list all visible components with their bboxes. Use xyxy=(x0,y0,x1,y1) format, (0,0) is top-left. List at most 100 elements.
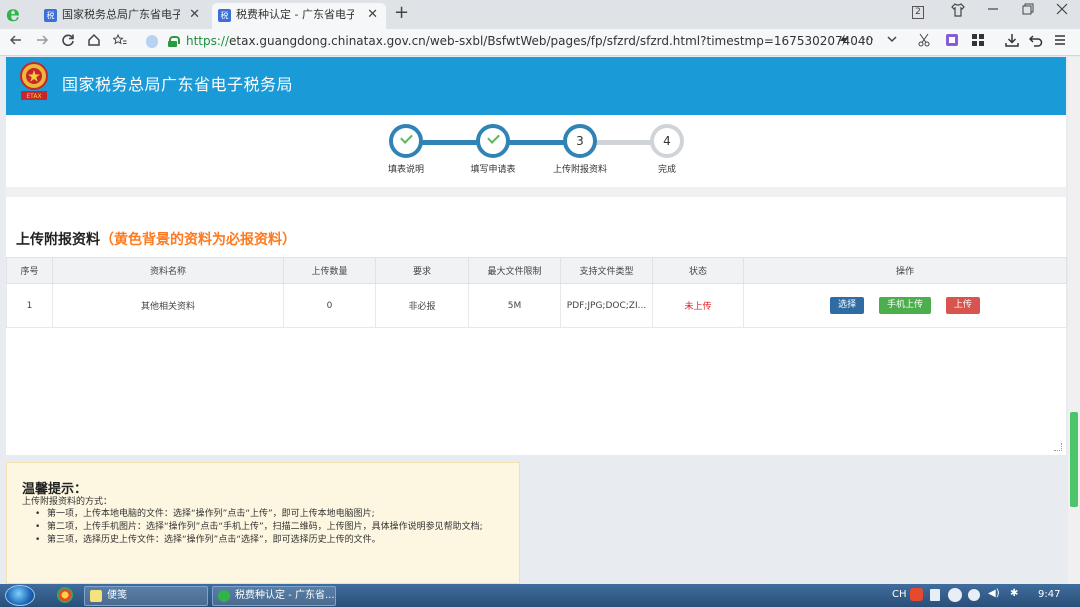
ime-indicator[interactable]: CH xyxy=(892,589,907,600)
heading-text: 上传附报资料 xyxy=(16,232,100,248)
translate-icon[interactable] xyxy=(942,33,962,51)
col-header-name: 资料名称 xyxy=(52,257,284,284)
mobile-upload-button[interactable]: 手机上传 xyxy=(878,297,931,314)
emblem-text: ETAX xyxy=(26,93,41,100)
table-header-row: 序号 资料名称 上传数量 要求 最大文件限制 支持文件类型 状态 操作 xyxy=(6,257,1067,284)
browser-tab-strip: e 税 国家税务总局广东省电子税务局 ✕ 税 税费种认定 - 广东省电子税务局 … xyxy=(0,0,1080,29)
step-1-circle xyxy=(389,124,423,158)
step-3-circle: 3 xyxy=(563,124,597,158)
address-toolbar: https://etax.guangdong.chinatax.gov.cn/w… xyxy=(0,29,1080,56)
browser-icon xyxy=(218,590,230,602)
url-path: etax.guangdong.chinatax.gov.cn/web-sxbl/… xyxy=(229,34,874,48)
tab-close-icon[interactable]: ✕ xyxy=(367,3,378,27)
tab-title: 国家税务总局广东省电子税务局 xyxy=(62,8,180,21)
section-heading: 上传附报资料（黄色背景的资料为必报资料） xyxy=(16,229,296,249)
tip-item: 第二项，上传手机图片：选择“操作列”点击“手机上传”，扫描二维码，上传图片，具体… xyxy=(35,521,495,534)
col-header-count: 上传数量 xyxy=(283,257,376,284)
tips-box: 温馨提示： 上传附报资料的方式： 第一项，上传本地电脑的文件：选择“操作列”点击… xyxy=(6,462,520,584)
col-header-status: 状态 xyxy=(652,257,744,284)
tax-favicon-icon: 税 xyxy=(218,9,231,22)
table-row: 1 其他相关资料 0 非必报 5M PDF;JPG;DOC;ZI... 未上传 … xyxy=(6,283,1067,328)
taskbar-item-label: 便笺 xyxy=(107,590,127,601)
cell-actions: 选择 手机上传 上传 xyxy=(743,283,1067,328)
step-2-circle xyxy=(476,124,510,158)
step-connector xyxy=(507,140,567,145)
volume-icon[interactable]: ◀) xyxy=(988,588,1000,599)
step-connector xyxy=(420,140,480,145)
site-title: 国家税务总局广东省电子税务局 xyxy=(62,75,294,94)
apps-grid-icon[interactable] xyxy=(968,33,988,51)
scissors-icon[interactable] xyxy=(914,33,934,51)
download-icon[interactable] xyxy=(1002,33,1022,51)
refresh-icon[interactable] xyxy=(58,32,78,52)
chevron-down-icon[interactable] xyxy=(882,33,902,49)
back-icon[interactable] xyxy=(6,32,26,52)
screen: e 税 国家税务总局广东省电子税务局 ✕ 税 税费种认定 - 广东省电子税务局 … xyxy=(0,0,1080,607)
security-icon[interactable] xyxy=(968,589,980,601)
scrollbar-thumb[interactable] xyxy=(1070,412,1078,507)
taskbar-item-browser[interactable]: 税费种认定 - 广东省... xyxy=(212,586,336,606)
step-2-label: 填写申请表 xyxy=(470,165,516,175)
browser-logo-icon[interactable]: e xyxy=(6,3,28,25)
select-button[interactable]: 选择 xyxy=(830,297,865,314)
cell-status: 未上传 xyxy=(652,283,744,328)
clipboard-icon[interactable] xyxy=(930,589,940,601)
tab-etax-home[interactable]: 税 国家税务总局广东省电子税务局 ✕ xyxy=(38,3,208,29)
chrome-browser-icon[interactable] xyxy=(57,587,73,603)
restore-icon[interactable] xyxy=(1016,3,1040,19)
more-options-icon[interactable]: ··· xyxy=(858,33,878,48)
new-tab-icon[interactable]: + xyxy=(394,2,409,23)
tip-item: 第一项，上传本地电脑的文件：选择“操作列”点击“上传”，即可上传本地电脑图片; xyxy=(35,508,495,521)
step-4-circle: 4 xyxy=(650,124,684,158)
col-header-index: 序号 xyxy=(6,257,53,284)
step-1-label: 填表说明 xyxy=(387,165,424,175)
url-field[interactable]: https://etax.guangdong.chinatax.gov.cn/w… xyxy=(186,34,873,48)
menu-icon[interactable] xyxy=(1050,33,1070,51)
tab-tax-type-confirmation[interactable]: 税 税费种认定 - 广东省电子税务局 ✕ xyxy=(212,3,386,29)
required-note: （黄色背景的资料为必报资料） xyxy=(100,232,296,248)
network-globe-icon[interactable] xyxy=(948,588,962,602)
sogou-input-icon[interactable] xyxy=(910,588,923,601)
security-shield-icon[interactable] xyxy=(146,35,158,48)
undo-icon[interactable] xyxy=(1026,33,1046,51)
cell-file-types: PDF;JPG;DOC;ZI... xyxy=(560,283,653,328)
attachments-table: 序号 资料名称 上传数量 要求 最大文件限制 支持文件类型 状态 操作 1 其他… xyxy=(6,257,1067,328)
upload-button[interactable]: 上传 xyxy=(945,297,980,314)
tab-close-icon[interactable]: ✕ xyxy=(189,3,200,27)
cell-index: 1 xyxy=(6,283,53,328)
shirt-skin-icon[interactable] xyxy=(946,3,970,21)
tips-list: 第一项，上传本地电脑的文件：选择“操作列”点击“上传”，即可上传本地电脑图片; … xyxy=(35,508,495,547)
taskbar-item-label: 税费种认定 - 广东省... xyxy=(235,590,335,601)
forward-icon[interactable] xyxy=(32,32,52,52)
col-header-requirement: 要求 xyxy=(375,257,469,284)
cell-count: 0 xyxy=(283,283,376,328)
clock[interactable]: 9:47 xyxy=(1038,589,1060,600)
start-menu-icon[interactable] xyxy=(5,585,35,606)
lightning-icon[interactable] xyxy=(834,33,854,51)
bluetooth-icon[interactable]: ✱ xyxy=(1010,588,1018,599)
tip-item: 第三项，选择历史上传文件：选择“操作列”点击“选择”，即可选择历史上传的文件。 xyxy=(35,534,495,547)
tab-title: 税费种认定 - 广东省电子税务局 xyxy=(236,8,354,21)
section-divider xyxy=(6,187,1066,197)
resize-handle-icon[interactable] xyxy=(1054,443,1062,451)
taskbar-item-notes[interactable]: 便笺 xyxy=(84,586,208,606)
minimize-icon[interactable] xyxy=(981,3,1005,19)
tax-favicon-icon: 税 xyxy=(44,9,57,22)
progress-steps: 填表说明 填写申请表 3 上传附报资料 4 完成 xyxy=(6,115,1066,187)
checkmark-icon xyxy=(487,131,500,144)
home-icon[interactable] xyxy=(84,32,104,52)
https-lock-icon xyxy=(168,36,180,47)
col-header-file-types: 支持文件类型 xyxy=(560,257,653,284)
checkmark-icon xyxy=(400,131,413,144)
col-header-max-size: 最大文件限制 xyxy=(468,257,561,284)
favorites-star-icon[interactable] xyxy=(110,32,130,52)
site-header: ETAX 国家税务总局广东省电子税务局 xyxy=(6,57,1066,115)
window-count-badge[interactable]: 2 xyxy=(912,6,924,19)
page-scrollbar[interactable] xyxy=(1068,57,1080,584)
tips-intro: 上传附报资料的方式： xyxy=(22,497,113,507)
upload-panel: 上传附报资料（黄色背景的资料为必报资料） 序号 资料名称 上传数量 要求 最大文… xyxy=(6,197,1067,455)
step-4-label: 完成 xyxy=(657,165,676,175)
window-close-icon[interactable] xyxy=(1050,3,1074,19)
col-header-actions: 操作 xyxy=(743,257,1067,284)
cell-max-size: 5M xyxy=(468,283,561,328)
